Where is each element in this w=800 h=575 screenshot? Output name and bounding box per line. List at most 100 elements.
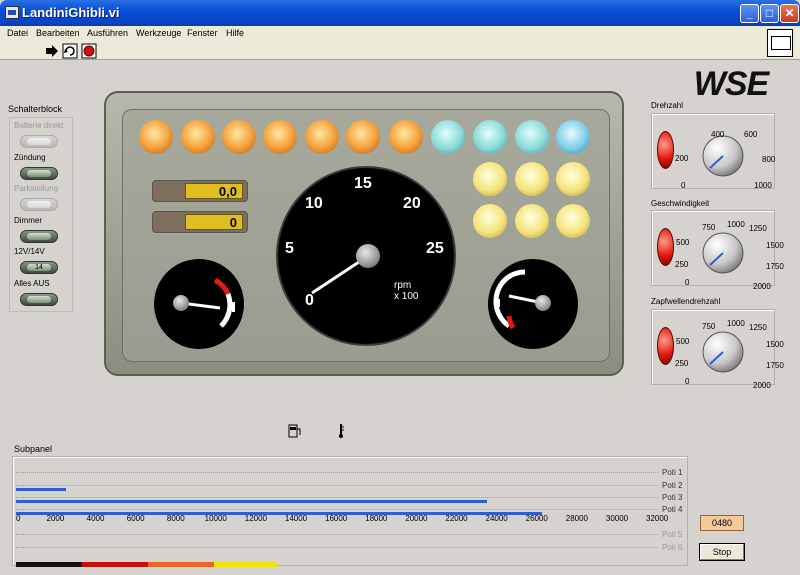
- rotary-knob[interactable]: [698, 327, 748, 377]
- warning-lamp: [515, 162, 549, 196]
- slider-scale-label: 2000: [46, 514, 65, 523]
- knob-tick-label: 1250: [749, 323, 767, 332]
- warning-lamp: [473, 162, 507, 196]
- fuel-pump-icon-button[interactable]: [287, 423, 303, 439]
- run-continuously-icon[interactable]: [62, 43, 78, 59]
- abort-stop-icon[interactable]: [81, 43, 97, 59]
- slider-scale-label: 14000: [284, 514, 308, 523]
- slider-fill[interactable]: [16, 488, 67, 491]
- knob-tick-label: 800: [762, 155, 776, 164]
- run-arrow-icon[interactable]: [44, 43, 60, 59]
- slider-scale-label: 6000: [126, 514, 145, 523]
- menu-hilfe[interactable]: Hilfe: [226, 28, 244, 38]
- indicator-lamp: [473, 120, 507, 154]
- numeric-display-2-value: 0: [185, 214, 243, 230]
- tacho-tick-0: 0: [305, 292, 314, 309]
- slider-scale-label: 30000: [605, 514, 629, 523]
- slider-track[interactable]: [16, 497, 658, 498]
- switch-label: Zündung: [14, 152, 46, 162]
- warning-lamp: [473, 204, 507, 238]
- knob-tick-label: 750: [702, 322, 716, 331]
- subpanel-title: Subpanel: [14, 444, 53, 454]
- title-bar[interactable]: LandiniGhibli.vi _ □ ✕: [0, 0, 800, 26]
- temperature-hub: [173, 295, 189, 311]
- knob-tick-label: 1000: [727, 220, 745, 229]
- slider-fill[interactable]: [16, 500, 488, 503]
- warning-lamp: [515, 204, 549, 238]
- knob-tick-label: 1500: [766, 340, 784, 349]
- slider-scale-label: 12000: [244, 514, 267, 523]
- slider-label: Poti 2: [662, 481, 683, 490]
- knob-control-group: 0 200 400 600 800 1000: [651, 113, 776, 190]
- knob-tick-label: 0: [685, 278, 690, 287]
- colorbar-red: [82, 562, 148, 567]
- close-button[interactable]: ✕: [780, 4, 799, 23]
- indicator-lamp: [222, 120, 256, 154]
- knob-tick-label: 250: [675, 359, 689, 368]
- slider-track[interactable]: [16, 485, 658, 486]
- toggle-switch[interactable]: [20, 229, 58, 243]
- numeric-display-2: 0: [152, 211, 248, 233]
- knob-tick-label: 0: [685, 377, 690, 386]
- thermometer-icon-button[interactable]: [333, 423, 349, 439]
- fuel-gauge: [488, 259, 578, 349]
- slider-track[interactable]: [16, 547, 658, 548]
- toggle-switch[interactable]: [20, 198, 58, 211]
- slider-scale-label: 10000: [204, 514, 227, 523]
- slider-track[interactable]: [16, 472, 658, 473]
- knob-tick-label: 2000: [753, 282, 771, 291]
- thermometer-icon: [232, 302, 235, 312]
- toggle-switch[interactable]: [20, 135, 58, 148]
- slider-scale-label: 8000: [166, 514, 185, 523]
- vi-connector-icon[interactable]: [767, 29, 793, 57]
- indicator-lamp: [431, 120, 465, 154]
- rotary-knob[interactable]: [698, 228, 748, 278]
- knob-tick-label: 600: [744, 130, 758, 139]
- labview-vi-icon: [5, 6, 19, 19]
- indicator-lamp: [139, 120, 173, 154]
- slider-label: Poti 6: [662, 543, 683, 552]
- slider-label: Poti 3: [662, 493, 683, 502]
- minimize-button[interactable]: _: [740, 4, 759, 23]
- indicator-lamp: [515, 120, 549, 154]
- knob-tick-label: 200: [675, 154, 689, 163]
- knob-title: Geschwindigkeit: [651, 199, 710, 208]
- toggle-switch[interactable]: [20, 166, 58, 180]
- fuel-dial: [488, 259, 578, 349]
- menu-werkzeuge[interactable]: Werkzeuge: [136, 28, 181, 38]
- indicator-lamp: [556, 120, 590, 154]
- knob-tick-label: 500: [676, 238, 690, 247]
- stop-button[interactable]: Stop: [699, 543, 745, 561]
- warning-lamp: [556, 162, 590, 196]
- numeric-display-1-value: 0,0: [185, 183, 243, 199]
- maximize-button[interactable]: □: [760, 4, 779, 23]
- menu-ausfuehren[interactable]: Ausführen: [87, 28, 128, 38]
- status-value-display: 0480: [700, 515, 744, 531]
- menu-bearbeiten[interactable]: Bearbeiten: [36, 28, 80, 38]
- menu-datei[interactable]: Datei: [7, 28, 28, 38]
- switch-cap: [27, 201, 51, 208]
- knob-tick-label: 1750: [766, 361, 784, 370]
- switch-label: Dimmer: [14, 215, 42, 225]
- toggle-switch[interactable]: [20, 292, 58, 306]
- knob-control-group: 0 250 500 750 1000 1250 1500 1750 2000: [651, 309, 784, 390]
- slider-scale-label: 32000: [646, 514, 669, 523]
- knob-tick-label: 0: [681, 181, 686, 190]
- tachometer-gauge: 0 5 10 15 20 25 rpm x 100: [276, 166, 456, 346]
- indicator-lamp: [181, 120, 215, 154]
- knob-tick-label: 1000: [754, 181, 772, 190]
- slider-track[interactable]: [16, 509, 658, 510]
- knob-tick-label: 250: [675, 260, 689, 269]
- knob-tick-label: 750: [702, 223, 716, 232]
- toggle-switch[interactable]: 14: [20, 261, 58, 274]
- slider-scale-label: 16000: [325, 514, 348, 523]
- slider-scale-label: 26000: [525, 514, 548, 523]
- slider-track[interactable]: [16, 534, 658, 535]
- colorbar-orange: [148, 562, 214, 567]
- slider-scale-label: 0: [16, 514, 21, 523]
- tachometer-hub: [356, 244, 380, 268]
- slider-label: Poti 5: [662, 530, 683, 539]
- switch-cap: [27, 295, 51, 303]
- knob-tick-label: 500: [676, 337, 690, 346]
- menu-fenster[interactable]: Fenster: [187, 28, 218, 38]
